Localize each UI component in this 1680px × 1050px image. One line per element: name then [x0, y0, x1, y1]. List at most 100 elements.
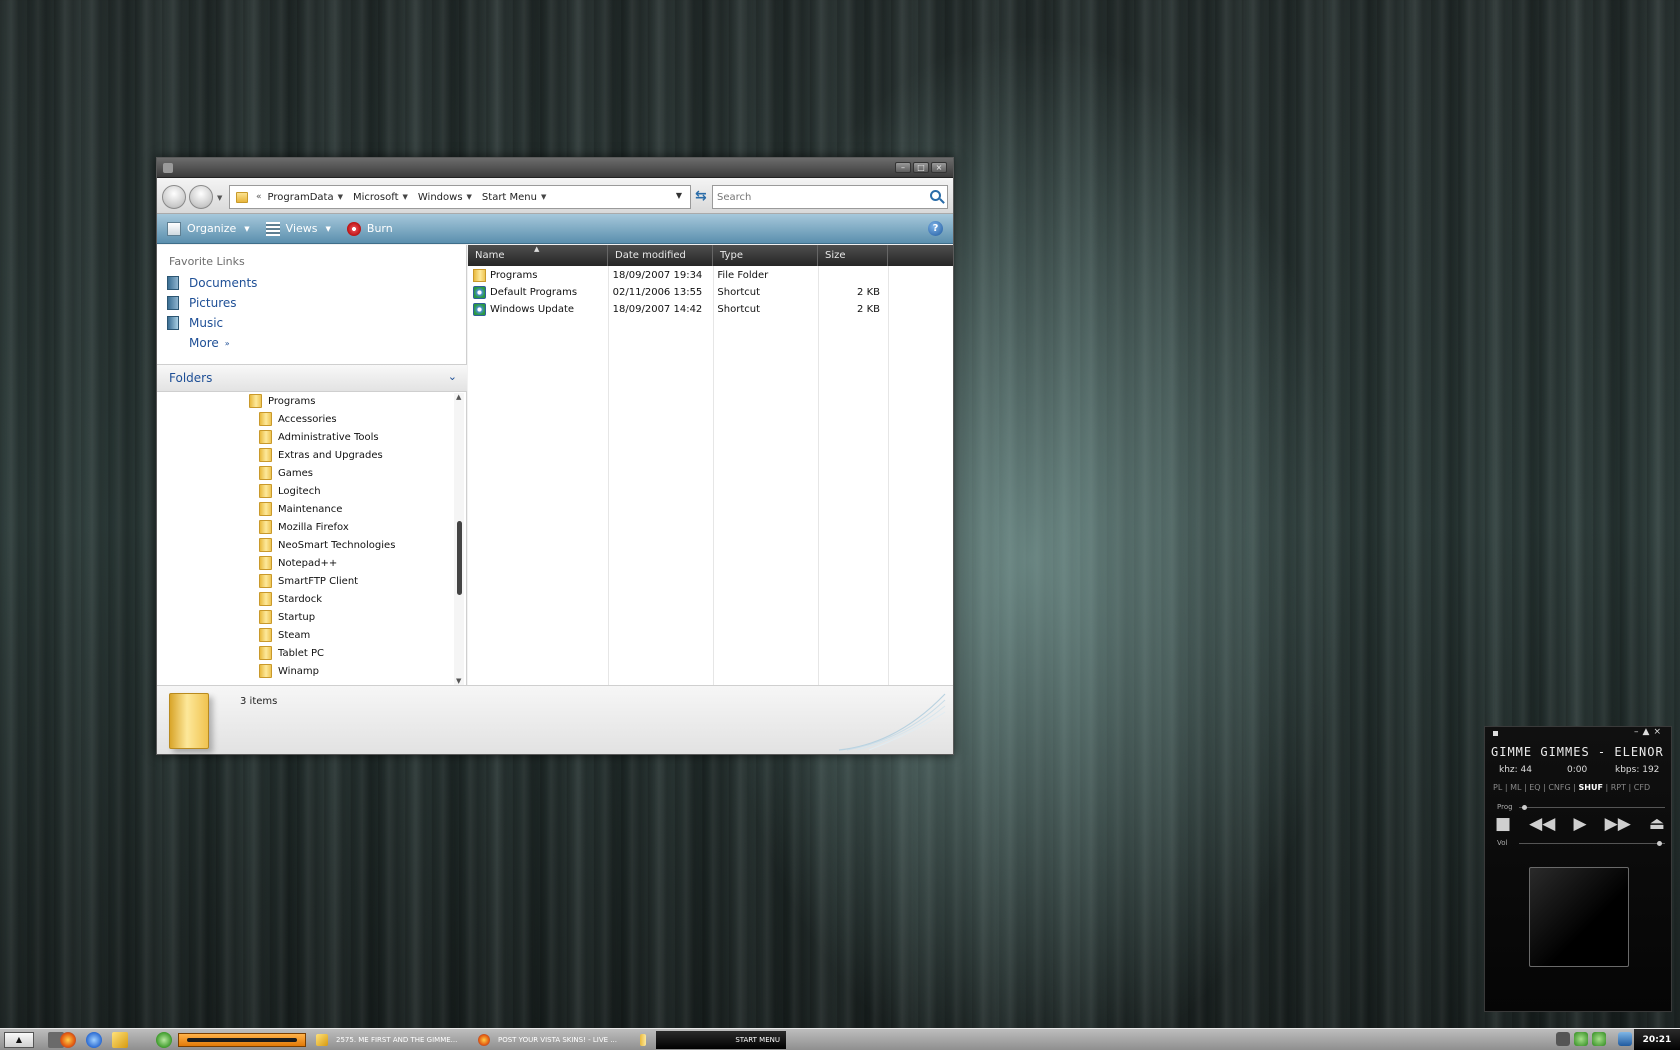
- tree-item[interactable]: Tablet PC: [259, 645, 324, 661]
- firefox-icon[interactable]: [60, 1032, 76, 1048]
- favorite-link-documents[interactable]: Documents: [167, 276, 257, 290]
- window-menu-icon[interactable]: [163, 163, 173, 173]
- messenger-icon[interactable]: [156, 1032, 172, 1048]
- tree-item[interactable]: Extras and Upgrades: [259, 447, 383, 463]
- taskbar-folder-icon-slot[interactable]: [638, 1031, 654, 1049]
- tree-item[interactable]: Accessories: [259, 411, 337, 427]
- scroll-up-icon[interactable]: ▲: [456, 393, 461, 401]
- tree-item[interactable]: Startup: [259, 609, 315, 625]
- file-row[interactable]: Default Programs 02/11/2006 13:55 Shortc…: [468, 284, 888, 301]
- file-row[interactable]: Programs 18/09/2007 19:34 File Folder: [468, 267, 888, 284]
- burn-button[interactable]: Burn: [346, 221, 393, 236]
- maximize-button[interactable]: □: [913, 162, 929, 173]
- file-row[interactable]: Windows Update 18/09/2007 14:42 Shortcut…: [468, 301, 888, 318]
- file-date: 02/11/2006 13:55: [612, 287, 703, 298]
- stop-icon[interactable]: ■: [1495, 815, 1511, 833]
- folder-icon: [259, 520, 272, 534]
- burn-label: Burn: [366, 222, 393, 235]
- network-icon[interactable]: [1618, 1032, 1632, 1046]
- previous-icon[interactable]: ◀◀: [1529, 815, 1555, 833]
- chevron-down-icon[interactable]: ▼: [403, 193, 408, 201]
- breadcrumb-windows[interactable]: Windows: [418, 192, 463, 203]
- address-history-dropdown-icon[interactable]: ▼: [676, 191, 682, 200]
- folders-header[interactable]: Folders ⌄: [157, 364, 467, 392]
- messenger-tray-icon[interactable]: [1574, 1032, 1588, 1046]
- tree-item[interactable]: Stardock: [259, 591, 322, 607]
- tree-item[interactable]: Notepad++: [259, 555, 337, 571]
- mode-rpt[interactable]: RPT: [1611, 783, 1626, 792]
- breadcrumb-microsoft[interactable]: Microsoft: [353, 192, 399, 203]
- column-header-type[interactable]: Type: [713, 245, 818, 266]
- start-button[interactable]: ▲: [4, 1032, 34, 1048]
- organize-button[interactable]: Organize ▼: [167, 221, 256, 236]
- winamp-menu-icon[interactable]: [1493, 731, 1498, 736]
- eject-icon[interactable]: ⏏: [1649, 815, 1665, 833]
- views-button[interactable]: Views ▼: [265, 221, 337, 236]
- bitrate: kbps: 192: [1615, 765, 1660, 775]
- minimize-button[interactable]: –: [895, 162, 911, 173]
- taskbar-task-winamp[interactable]: 2575. ME FIRST AND THE GIMME...: [312, 1031, 468, 1049]
- scroll-down-icon[interactable]: ▼: [456, 677, 461, 685]
- back-button[interactable]: [162, 185, 186, 209]
- column-header-name[interactable]: ▲ Name: [468, 245, 608, 266]
- keyboard-icon[interactable]: [1556, 1032, 1570, 1046]
- folder-icon: [259, 502, 272, 516]
- scrollbar-thumb[interactable]: [457, 521, 462, 595]
- favorite-link-pictures[interactable]: Pictures: [167, 296, 237, 310]
- taskbar-task-start-menu[interactable]: START MENU: [656, 1031, 786, 1049]
- tree-item[interactable]: NeoSmart Technologies: [259, 537, 395, 553]
- chevron-down-icon[interactable]: ▼: [541, 193, 546, 201]
- contacts-tray-icon[interactable]: [1592, 1032, 1606, 1046]
- forward-button[interactable]: [189, 185, 213, 209]
- chevron-down-icon[interactable]: ▼: [467, 193, 472, 201]
- mode-cfd[interactable]: CFD: [1634, 783, 1650, 792]
- mode-eq[interactable]: EQ: [1529, 783, 1540, 792]
- taskbar-task-browser[interactable]: POST YOUR VISTA SKINS! - LIVE ...: [474, 1031, 626, 1049]
- search-icon[interactable]: [930, 190, 941, 201]
- chevron-down-icon[interactable]: ▼: [338, 193, 343, 201]
- volume-slider-knob[interactable]: [1657, 841, 1663, 846]
- chevron-down-icon[interactable]: ⌄: [448, 370, 457, 383]
- recent-pages-dropdown-icon[interactable]: ▼: [217, 194, 222, 202]
- next-icon[interactable]: ▶▶: [1605, 815, 1631, 833]
- tree-item[interactable]: Steam: [259, 627, 310, 643]
- progress-slider[interactable]: [1519, 805, 1665, 810]
- play-icon[interactable]: ▶: [1573, 815, 1586, 833]
- title-bar[interactable]: – □ ×: [157, 158, 953, 178]
- favorite-links-more[interactable]: More »: [189, 336, 230, 350]
- tree-item[interactable]: Administrative Tools: [259, 429, 379, 445]
- tree-item[interactable]: Logitech: [259, 483, 321, 499]
- folder-icon: [259, 538, 272, 552]
- favorite-link-music[interactable]: Music: [167, 316, 223, 330]
- winamp-quicklaunch-icon[interactable]: [112, 1032, 128, 1048]
- tree-item[interactable]: SmartFTP Client: [259, 573, 358, 589]
- volume-slider[interactable]: [1519, 841, 1665, 846]
- help-icon[interactable]: ?: [928, 221, 943, 236]
- close-button[interactable]: ×: [931, 162, 947, 173]
- refresh-icon[interactable]: ⇆: [695, 188, 707, 204]
- mode-ml[interactable]: ML: [1510, 783, 1521, 792]
- tree-item[interactable]: Games: [259, 465, 313, 481]
- search-input[interactable]: [717, 191, 917, 203]
- column-header-size[interactable]: Size: [818, 245, 888, 266]
- tree-item[interactable]: Mozilla Firefox: [259, 519, 349, 535]
- tree-item-programs[interactable]: Programs: [249, 393, 315, 409]
- progress-slider-knob[interactable]: [1521, 805, 1527, 810]
- internet-explorer-icon[interactable]: [86, 1032, 102, 1048]
- file-name-cell: Windows Update: [468, 301, 608, 318]
- clock[interactable]: 20:21: [1634, 1029, 1680, 1050]
- breadcrumb-start-menu[interactable]: Start Menu: [482, 192, 537, 203]
- winamp-window-controls[interactable]: –▲×: [1634, 727, 1665, 737]
- column-header-date[interactable]: Date modified: [608, 245, 713, 266]
- folder-tree-scrollbar[interactable]: ▲ ▼: [454, 393, 464, 685]
- address-bar[interactable]: « ProgramData ▼ Microsoft ▼ Windows ▼ St…: [229, 185, 691, 209]
- breadcrumb-programdata[interactable]: ProgramData: [268, 192, 334, 203]
- mode-cnfg[interactable]: CNFG: [1548, 783, 1570, 792]
- address-overflow[interactable]: «: [256, 192, 262, 202]
- mode-pl[interactable]: PL: [1493, 783, 1502, 792]
- tree-item-label: Maintenance: [278, 503, 343, 515]
- tree-item[interactable]: Maintenance: [259, 501, 342, 517]
- tree-item[interactable]: Winamp: [259, 663, 319, 679]
- views-label: Views: [285, 222, 318, 235]
- mode-shuf[interactable]: SHUF: [1579, 783, 1603, 792]
